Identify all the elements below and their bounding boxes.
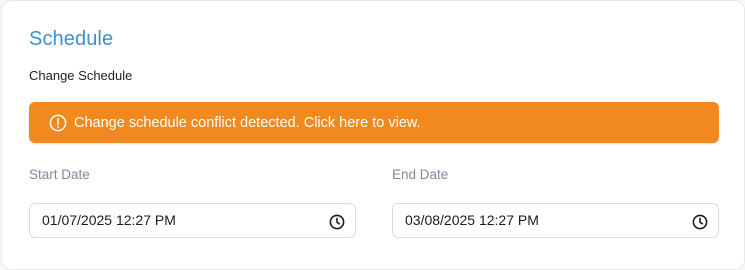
end-date-value: 03/08/2025 12:27 PM bbox=[405, 212, 539, 228]
start-date-input[interactable]: 01/07/2025 12:27 PM bbox=[29, 203, 356, 238]
start-date-value: 01/07/2025 12:27 PM bbox=[42, 212, 176, 228]
page-title: Schedule bbox=[29, 28, 114, 50]
section-subtitle: Change Schedule bbox=[29, 68, 133, 83]
alert-message[interactable]: Change schedule conflict detected. Click… bbox=[74, 115, 421, 131]
start-date-label: Start Date bbox=[29, 167, 90, 182]
end-date-label: End Date bbox=[392, 167, 449, 182]
end-date-input[interactable]: 03/08/2025 12:27 PM bbox=[392, 203, 719, 238]
clock-icon[interactable] bbox=[329, 214, 345, 230]
schedule-card: Schedule Change Schedule Change schedule… bbox=[1, 0, 745, 270]
clock-icon[interactable] bbox=[692, 214, 708, 230]
exclamation-circle-icon bbox=[49, 114, 67, 132]
schedule-conflict-alert[interactable]: Change schedule conflict detected. Click… bbox=[29, 102, 719, 143]
